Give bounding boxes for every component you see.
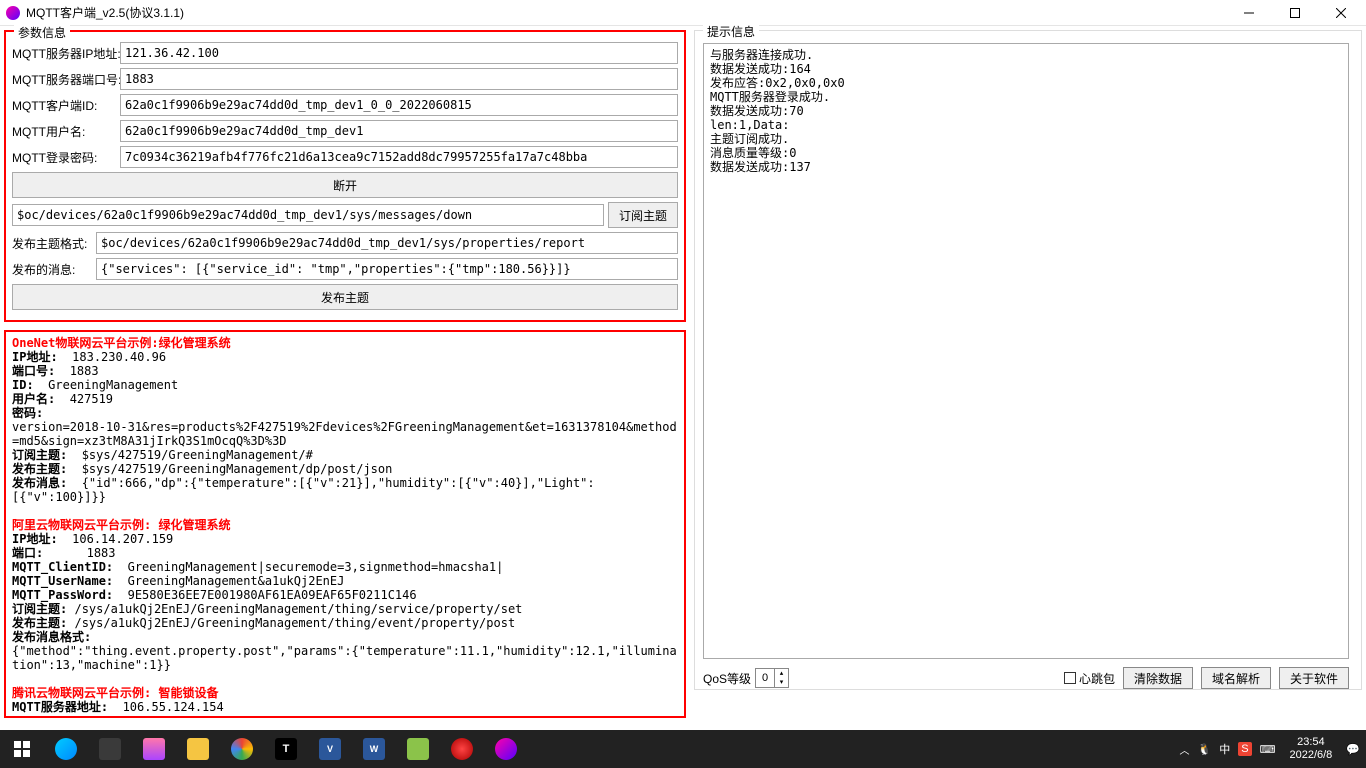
- tray-chevron-icon[interactable]: ︿: [1180, 742, 1190, 757]
- params-fieldset: 参数信息 MQTT服务器IP地址: MQTT服务器端口号: MQTT客户端ID:…: [4, 30, 686, 322]
- tray-sogou-icon[interactable]: S: [1238, 742, 1251, 756]
- subscribe-button[interactable]: 订阅主题: [608, 202, 678, 228]
- app-icon: [6, 6, 20, 20]
- window-title: MQTT客户端_v2.5(协议3.1.1): [26, 4, 1226, 21]
- taskbar-clock[interactable]: 23:54 2022/6/8: [1283, 736, 1338, 762]
- spin-down-icon[interactable]: ▾: [774, 678, 788, 687]
- publish-format-label: 发布主题格式:: [12, 235, 92, 252]
- tray-ime-label[interactable]: 中: [1219, 741, 1230, 757]
- checkbox-icon: [1064, 672, 1076, 684]
- taskbar-app[interactable]: [176, 730, 220, 768]
- hints-legend: 提示信息: [703, 23, 759, 40]
- taskbar-app[interactable]: [220, 730, 264, 768]
- server-port-input[interactable]: [120, 68, 678, 90]
- tencent-title: 腾讯云物联网云平台示例: 智能锁设备: [12, 686, 218, 700]
- examples-panel: OneNet物联网云平台示例:绿化管理系统 IP地址: 183.230.40.9…: [4, 330, 686, 718]
- log-output[interactable]: 与服务器连接成功. 数据发送成功:164 发布应答:0x2,0x0,0x0 MQ…: [703, 43, 1349, 659]
- server-port-label: MQTT服务器端口号:: [12, 71, 116, 88]
- onenet-title: OneNet物联网云平台示例:绿化管理系统: [12, 336, 231, 350]
- spin-up-icon[interactable]: ▴: [774, 669, 788, 678]
- server-ip-input[interactable]: [120, 42, 678, 64]
- taskbar-app[interactable]: V: [308, 730, 352, 768]
- username-label: MQTT用户名:: [12, 123, 116, 140]
- client-id-input[interactable]: [120, 94, 678, 116]
- taskbar-app[interactable]: [484, 730, 528, 768]
- taskbar-app[interactable]: [440, 730, 484, 768]
- password-label: MQTT登录密码:: [12, 149, 116, 166]
- taskbar-app[interactable]: T: [264, 730, 308, 768]
- clear-button[interactable]: 清除数据: [1123, 667, 1193, 689]
- client-id-label: MQTT客户端ID:: [12, 97, 116, 114]
- password-input[interactable]: [120, 146, 678, 168]
- tray-keyboard-icon[interactable]: ⌨: [1260, 743, 1276, 756]
- dns-button[interactable]: 域名解析: [1201, 667, 1271, 689]
- aliyun-title: 阿里云物联网云平台示例: 绿化管理系统: [12, 518, 230, 532]
- qos-spinner[interactable]: 0 ▴▾: [755, 668, 789, 688]
- taskbar-app[interactable]: [44, 730, 88, 768]
- taskbar: T V W ︿ 🐧 中 S ⌨ 23:54 2022/6/8 💬: [0, 730, 1366, 768]
- publish-msg-label: 发布的消息:: [12, 261, 92, 278]
- publish-button[interactable]: 发布主题: [12, 284, 678, 310]
- params-legend: 参数信息: [14, 24, 70, 41]
- start-button[interactable]: [0, 730, 44, 768]
- server-ip-label: MQTT服务器IP地址:: [12, 45, 116, 62]
- taskbar-app[interactable]: [396, 730, 440, 768]
- taskbar-app[interactable]: [88, 730, 132, 768]
- taskbar-app[interactable]: [132, 730, 176, 768]
- about-button[interactable]: 关于软件: [1279, 667, 1349, 689]
- maximize-button[interactable]: [1272, 0, 1318, 26]
- window-titlebar: MQTT客户端_v2.5(协议3.1.1): [0, 0, 1366, 26]
- publish-format-input[interactable]: [96, 232, 678, 254]
- tray-notifications-icon[interactable]: 💬: [1346, 743, 1360, 756]
- publish-msg-input[interactable]: [96, 258, 678, 280]
- heartbeat-checkbox[interactable]: 心跳包: [1064, 670, 1115, 687]
- disconnect-button[interactable]: 断开: [12, 172, 678, 198]
- hints-fieldset: 提示信息 与服务器连接成功. 数据发送成功:164 发布应答:0x2,0x0,0…: [694, 30, 1362, 690]
- subscribe-topic-input[interactable]: [12, 204, 604, 226]
- tray-qq-icon[interactable]: 🐧: [1198, 743, 1212, 756]
- username-input[interactable]: [120, 120, 678, 142]
- taskbar-app[interactable]: W: [352, 730, 396, 768]
- qos-label: QoS等级: [703, 670, 751, 687]
- close-button[interactable]: [1318, 0, 1364, 26]
- minimize-button[interactable]: [1226, 0, 1272, 26]
